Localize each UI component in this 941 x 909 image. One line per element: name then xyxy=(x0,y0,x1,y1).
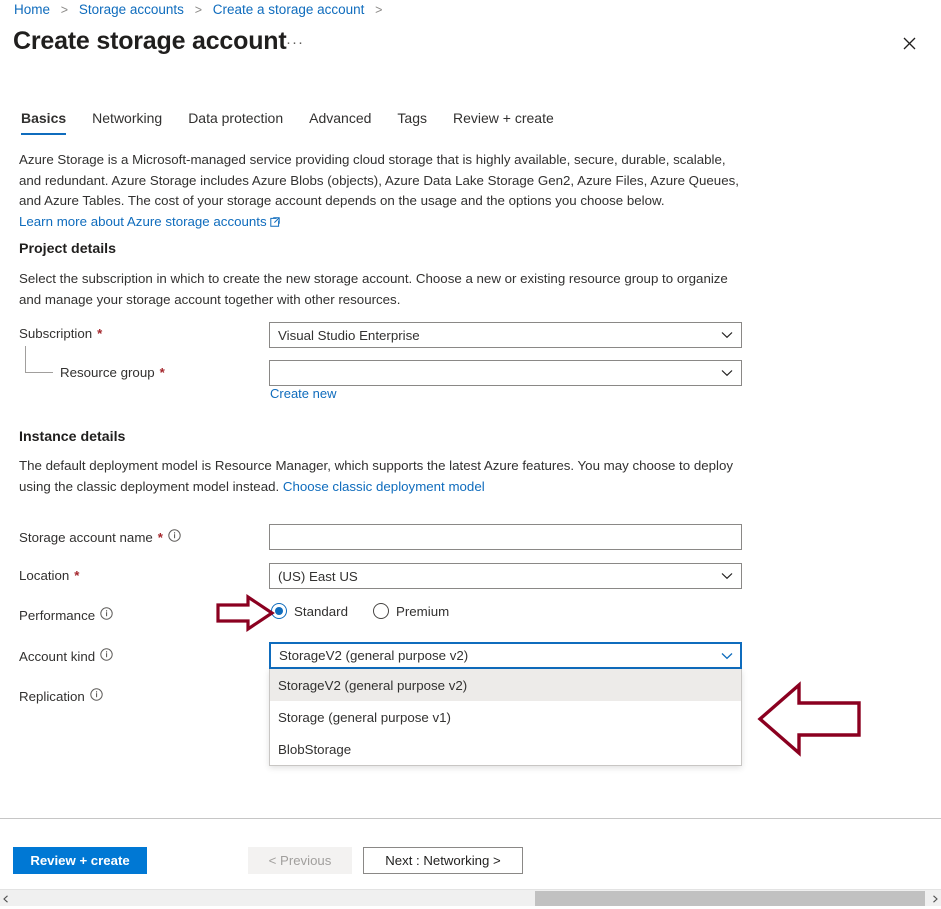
arrow-right-performance-annotation xyxy=(216,594,276,637)
resource-group-label: Resource group * xyxy=(60,365,165,380)
info-icon[interactable] xyxy=(100,648,113,664)
account-kind-option-storagev2[interactable]: StorageV2 (general purpose v2) xyxy=(270,669,741,701)
tab-label: Basics xyxy=(21,110,67,126)
learn-more-link[interactable]: Learn more about Azure storage accounts xyxy=(19,214,280,229)
review-create-button[interactable]: Review + create xyxy=(13,847,147,874)
resource-group-label-text: Resource group xyxy=(60,365,155,380)
tab-tags[interactable]: Tags xyxy=(384,108,440,135)
learn-more-label: Learn more about Azure storage accounts xyxy=(19,213,267,229)
performance-radio-group: Standard Premium xyxy=(271,603,474,619)
classic-deployment-model-link[interactable]: Choose classic deployment model xyxy=(283,479,485,494)
info-icon[interactable] xyxy=(168,529,181,545)
required-asterisk: * xyxy=(97,326,103,341)
resource-group-dropdown[interactable] xyxy=(269,360,742,386)
more-options-icon[interactable]: ··· xyxy=(284,34,306,54)
next-networking-button[interactable]: Next : Networking > xyxy=(363,847,523,874)
tab-review-create[interactable]: Review + create xyxy=(440,108,567,135)
tab-label: Data protection xyxy=(188,110,284,126)
subscription-label-text: Subscription xyxy=(19,326,93,341)
section-description-instance-details: The default deployment model is Resource… xyxy=(19,456,743,497)
location-value[interactable]: (US) East US xyxy=(269,563,742,589)
create-storage-account-page: Home > Storage accounts > Create a stora… xyxy=(0,0,941,909)
intro-text: Azure Storage is a Microsoft-managed ser… xyxy=(19,152,739,209)
account-kind-label-text: Account kind xyxy=(19,648,96,664)
arrow-left-account-kind-annotation xyxy=(755,681,863,762)
tab-basics[interactable]: Basics xyxy=(19,108,79,135)
page-title: Create storage account xyxy=(13,27,287,55)
external-link-icon xyxy=(269,213,280,234)
tab-bar: Basics Networking Data protection Advanc… xyxy=(19,108,567,135)
tab-label: Tags xyxy=(397,110,427,126)
info-icon[interactable] xyxy=(90,688,103,704)
tab-data-protection[interactable]: Data protection xyxy=(175,108,296,135)
previous-button: < Previous xyxy=(248,847,352,874)
storage-account-name-field[interactable] xyxy=(269,524,742,550)
section-heading-project-details: Project details xyxy=(19,241,116,257)
tab-label: Advanced xyxy=(309,110,372,126)
radio-unselected-icon xyxy=(372,603,389,619)
radio-selected-icon xyxy=(271,603,287,619)
scrollbar-thumb[interactable] xyxy=(535,891,925,906)
option-label: Storage (general purpose v1) xyxy=(278,709,451,725)
option-label: StorageV2 (general purpose v2) xyxy=(278,677,468,693)
intro-paragraph: Azure Storage is a Microsoft-managed ser… xyxy=(19,150,743,233)
tab-label: Networking xyxy=(92,110,163,126)
account-kind-dropdown[interactable]: StorageV2 (general purpose v2) xyxy=(269,642,742,669)
location-label: Location * xyxy=(19,568,79,583)
option-label: BlobStorage xyxy=(278,741,352,757)
section-heading-instance-details: Instance details xyxy=(19,429,126,445)
required-asterisk: * xyxy=(74,568,80,583)
breadcrumb: Home > Storage accounts > Create a stora… xyxy=(14,1,389,19)
breadcrumb-item-create-a-storage-account[interactable]: Create a storage account xyxy=(213,2,365,17)
account-kind-option-blobstorage[interactable]: BlobStorage xyxy=(270,733,741,765)
footer-divider xyxy=(0,818,941,819)
performance-option-label: Standard xyxy=(294,603,348,619)
breadcrumb-separator: > xyxy=(194,3,203,17)
scroll-left-arrow-icon[interactable] xyxy=(0,890,12,907)
horizontal-scrollbar[interactable] xyxy=(0,889,941,906)
storage-account-name-label: Storage account name * xyxy=(19,529,181,545)
performance-option-standard[interactable]: Standard xyxy=(271,603,348,619)
account-kind-option-storage-v1[interactable]: Storage (general purpose v1) xyxy=(270,701,741,733)
breadcrumb-item-storage-accounts[interactable]: Storage accounts xyxy=(79,2,184,17)
performance-label-text: Performance xyxy=(19,607,96,623)
account-kind-value[interactable]: StorageV2 (general purpose v2) xyxy=(269,642,742,669)
performance-option-label: Premium xyxy=(395,603,450,619)
subscription-label: Subscription * xyxy=(19,326,102,341)
subscription-value[interactable]: Visual Studio Enterprise xyxy=(269,322,742,348)
breadcrumb-separator: > xyxy=(60,3,69,17)
close-icon[interactable] xyxy=(895,29,923,57)
storage-account-name-input[interactable] xyxy=(269,524,742,550)
breadcrumb-separator: > xyxy=(375,3,383,17)
required-asterisk: * xyxy=(157,529,163,545)
breadcrumb-item-home[interactable]: Home xyxy=(14,2,50,17)
required-asterisk: * xyxy=(159,365,165,380)
replication-label: Replication xyxy=(19,688,103,704)
location-label-text: Location xyxy=(19,568,70,583)
section-description-project-details: Select the subscription in which to crea… xyxy=(19,271,728,307)
tab-networking[interactable]: Networking xyxy=(79,108,175,135)
info-icon[interactable] xyxy=(100,607,113,623)
account-kind-label: Account kind xyxy=(19,648,113,664)
replication-label-text: Replication xyxy=(19,688,85,704)
subscription-dropdown[interactable]: Visual Studio Enterprise xyxy=(269,322,742,348)
location-dropdown[interactable]: (US) East US xyxy=(269,563,742,589)
performance-label: Performance xyxy=(19,607,113,623)
resource-group-value[interactable] xyxy=(269,360,742,386)
create-new-resource-group-link[interactable]: Create new xyxy=(270,386,336,401)
storage-account-name-label-text: Storage account name xyxy=(19,529,153,545)
tab-label: Review + create xyxy=(453,110,554,126)
account-kind-options-list: StorageV2 (general purpose v2) Storage (… xyxy=(269,669,742,766)
resource-group-tree-connector xyxy=(25,346,53,373)
tab-advanced[interactable]: Advanced xyxy=(296,108,384,135)
performance-option-premium[interactable]: Premium xyxy=(372,603,450,619)
scroll-right-arrow-icon[interactable] xyxy=(929,890,941,907)
